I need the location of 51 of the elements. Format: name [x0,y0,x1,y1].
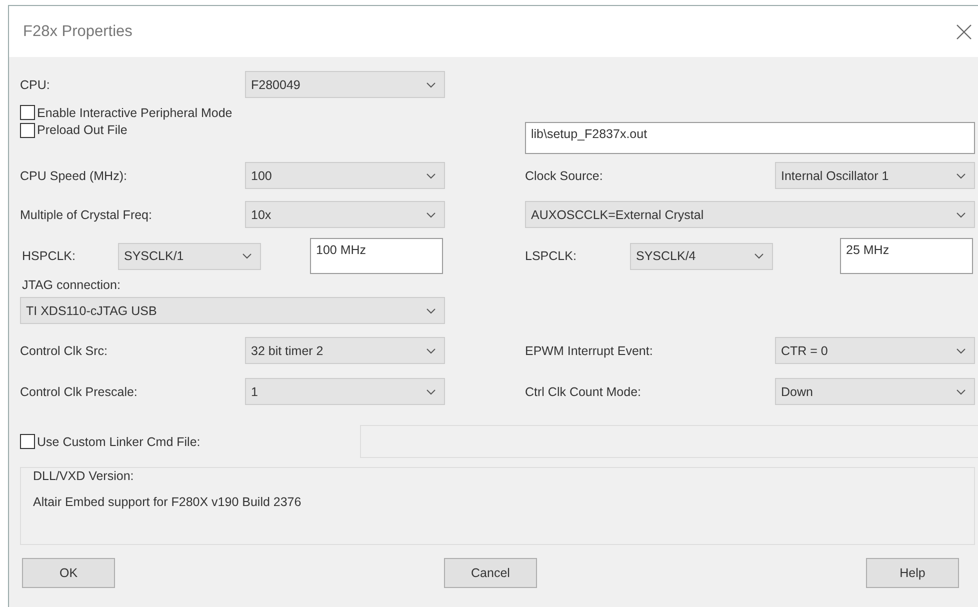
cpu-speed-dropdown[interactable]: 100 [245,162,445,189]
chevron-icon [426,388,436,394]
hspclk-dropdown[interactable]: SYSCLK/1 [118,242,261,270]
file-path-field[interactable]: lib\setup_F2837x.out [525,122,975,154]
epwm-event-dropdown[interactable]: CTR = 0 [775,337,975,364]
chevron-icon [956,172,966,178]
crystal-multiple-dropdown[interactable]: 10x [245,201,445,228]
jtag-dropdown[interactable]: TI XDS110-cJTAG USB [20,297,445,324]
field-label: Control Clk Src: [20,344,109,358]
aux-clock-dropdown[interactable]: AUXOSCCLK=External Crystal [525,201,975,228]
field-label: CPU Speed (MHz): [20,168,128,182]
hspclk-frequency-field[interactable]: 100 MHz [310,238,443,274]
version-text: Altair Embed support for F280X v190 Build 2376 [33,495,302,509]
chevron-icon [426,172,436,178]
help-button[interactable]: Help [866,558,959,588]
checkbox[interactable] [20,122,35,138]
chevron-icon [426,348,436,354]
lspclk-frequency-field[interactable]: 25 MHz [840,238,973,274]
field-label: HSPCLK: [21,249,76,263]
checkbox-label: Preload Out File [37,123,128,137]
field-label: Ctrl Clk Count Mode: [525,384,642,398]
control-clk-src-dropdown[interactable]: 32 bit timer 2 [245,337,445,364]
field-label: CPU: [20,78,51,92]
clock-source-dropdown[interactable]: Internal Oscillator 1 [775,162,975,189]
field-label: JTAG connection: [21,278,120,292]
chevron-icon [754,253,764,259]
chevron-icon [242,253,252,259]
close-icon[interactable] [956,24,972,40]
window-title: F28x Properties [23,22,132,40]
chevron-icon [426,82,436,88]
chevron-icon [426,308,436,314]
ok-button[interactable]: OK [22,558,115,588]
field-label: EPWM Interrupt Event: [525,344,654,358]
field-label: LSPCLK: [525,249,578,263]
checkbox-label: Enable Interactive Peripheral Mode [37,106,232,120]
chevron-icon [956,212,966,218]
lspclk-dropdown[interactable]: SYSCLK/4 [630,242,773,270]
cpu-dropdown[interactable]: F280049 [245,71,445,98]
prescale-dropdown[interactable]: 1 [245,378,445,405]
chevron-icon [956,388,966,394]
field-label: Clock Source: [525,168,604,182]
cancel-button[interactable]: Cancel [444,558,537,588]
chevron-icon [956,348,966,354]
checkbox-label: Use Custom Linker Cmd File: [37,434,202,448]
field-label: Control Clk Prescale: [20,384,138,398]
field-label: Multiple of Crystal Freq: [20,208,153,222]
checkbox[interactable] [20,105,35,120]
group-title: DLL/VXD Version: [33,469,135,483]
count-mode-dropdown[interactable]: Down [775,378,975,405]
checkbox[interactable] [20,434,35,449]
chevron-icon [426,212,436,218]
